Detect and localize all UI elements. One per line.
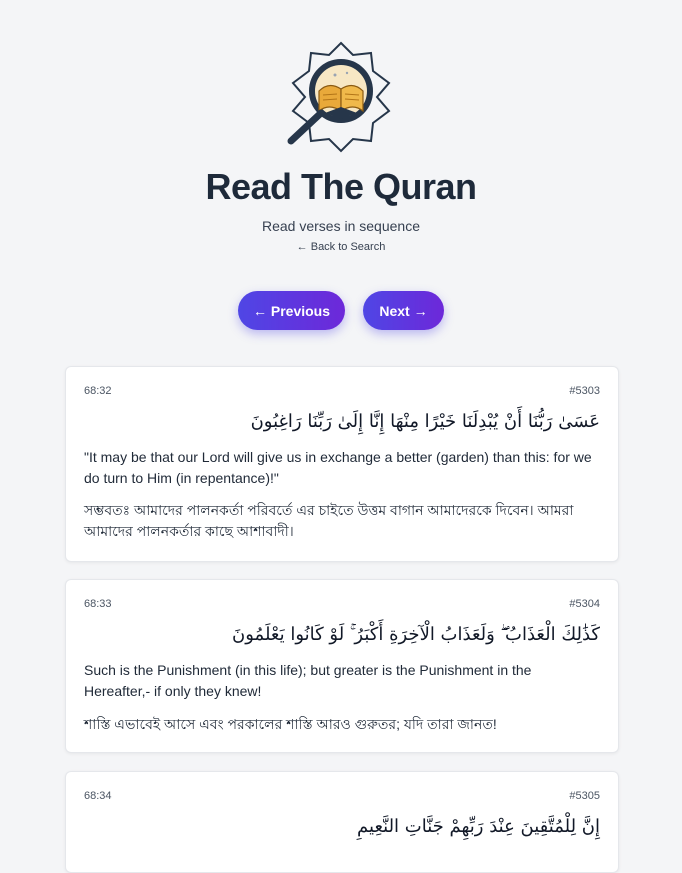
page-subtitle: Read verses in sequence	[262, 218, 420, 234]
quran-magnifier-icon	[287, 41, 391, 153]
verse-arabic: كَذَٰلِكَ الْعَذَابُ ۖ وَلَعَذَابُ الْآخ…	[232, 624, 600, 645]
verse-number: #5303	[569, 385, 600, 397]
verse-card: 68:32 #5303 عَسَىٰ رَبُّنَا أَنْ يُبْدِل…	[65, 366, 619, 562]
verse-card: 68:33 #5304 كَذَٰلِكَ الْعَذَابُ ۖ وَلَع…	[65, 579, 619, 753]
verse-number: #5304	[569, 598, 600, 610]
next-button[interactable]: Next →	[363, 291, 444, 330]
verse-arabic: إِنَّ لِلْمُتَّقِينَ عِنْدَ رَبِّهِمْ جَ…	[357, 816, 600, 837]
previous-button[interactable]: ← Previous	[238, 291, 345, 330]
quran-logo	[285, 41, 397, 153]
verse-number: #5305	[569, 790, 600, 802]
verse-card: 68:34 #5305 إِنَّ لِلْمُتَّقِينَ عِنْدَ …	[65, 771, 619, 873]
verse-reference: 68:32	[84, 385, 112, 397]
verse-bangla: সম্ভবতঃ আমাদের পালনকর্তা পরিবর্তে এর চাই…	[84, 502, 574, 539]
verse-arabic: عَسَىٰ رَبُّنَا أَنْ يُبْدِلَنَا خَيْرًا…	[250, 411, 600, 432]
verse-bangla: শাস্তি এভাবেই আসে এবং পরকালের শাস্তি আরও…	[84, 716, 497, 732]
verse-english: Such is the Punishment (in this life); b…	[84, 662, 532, 699]
page-title: Read The Quran	[205, 166, 477, 207]
verse-reference: 68:33	[84, 598, 112, 610]
back-to-search-link[interactable]: ← Back to Search	[0, 241, 682, 253]
verse-english: "It may be that our Lord will give us in…	[84, 449, 592, 486]
verse-reference: 68:34	[84, 790, 112, 802]
